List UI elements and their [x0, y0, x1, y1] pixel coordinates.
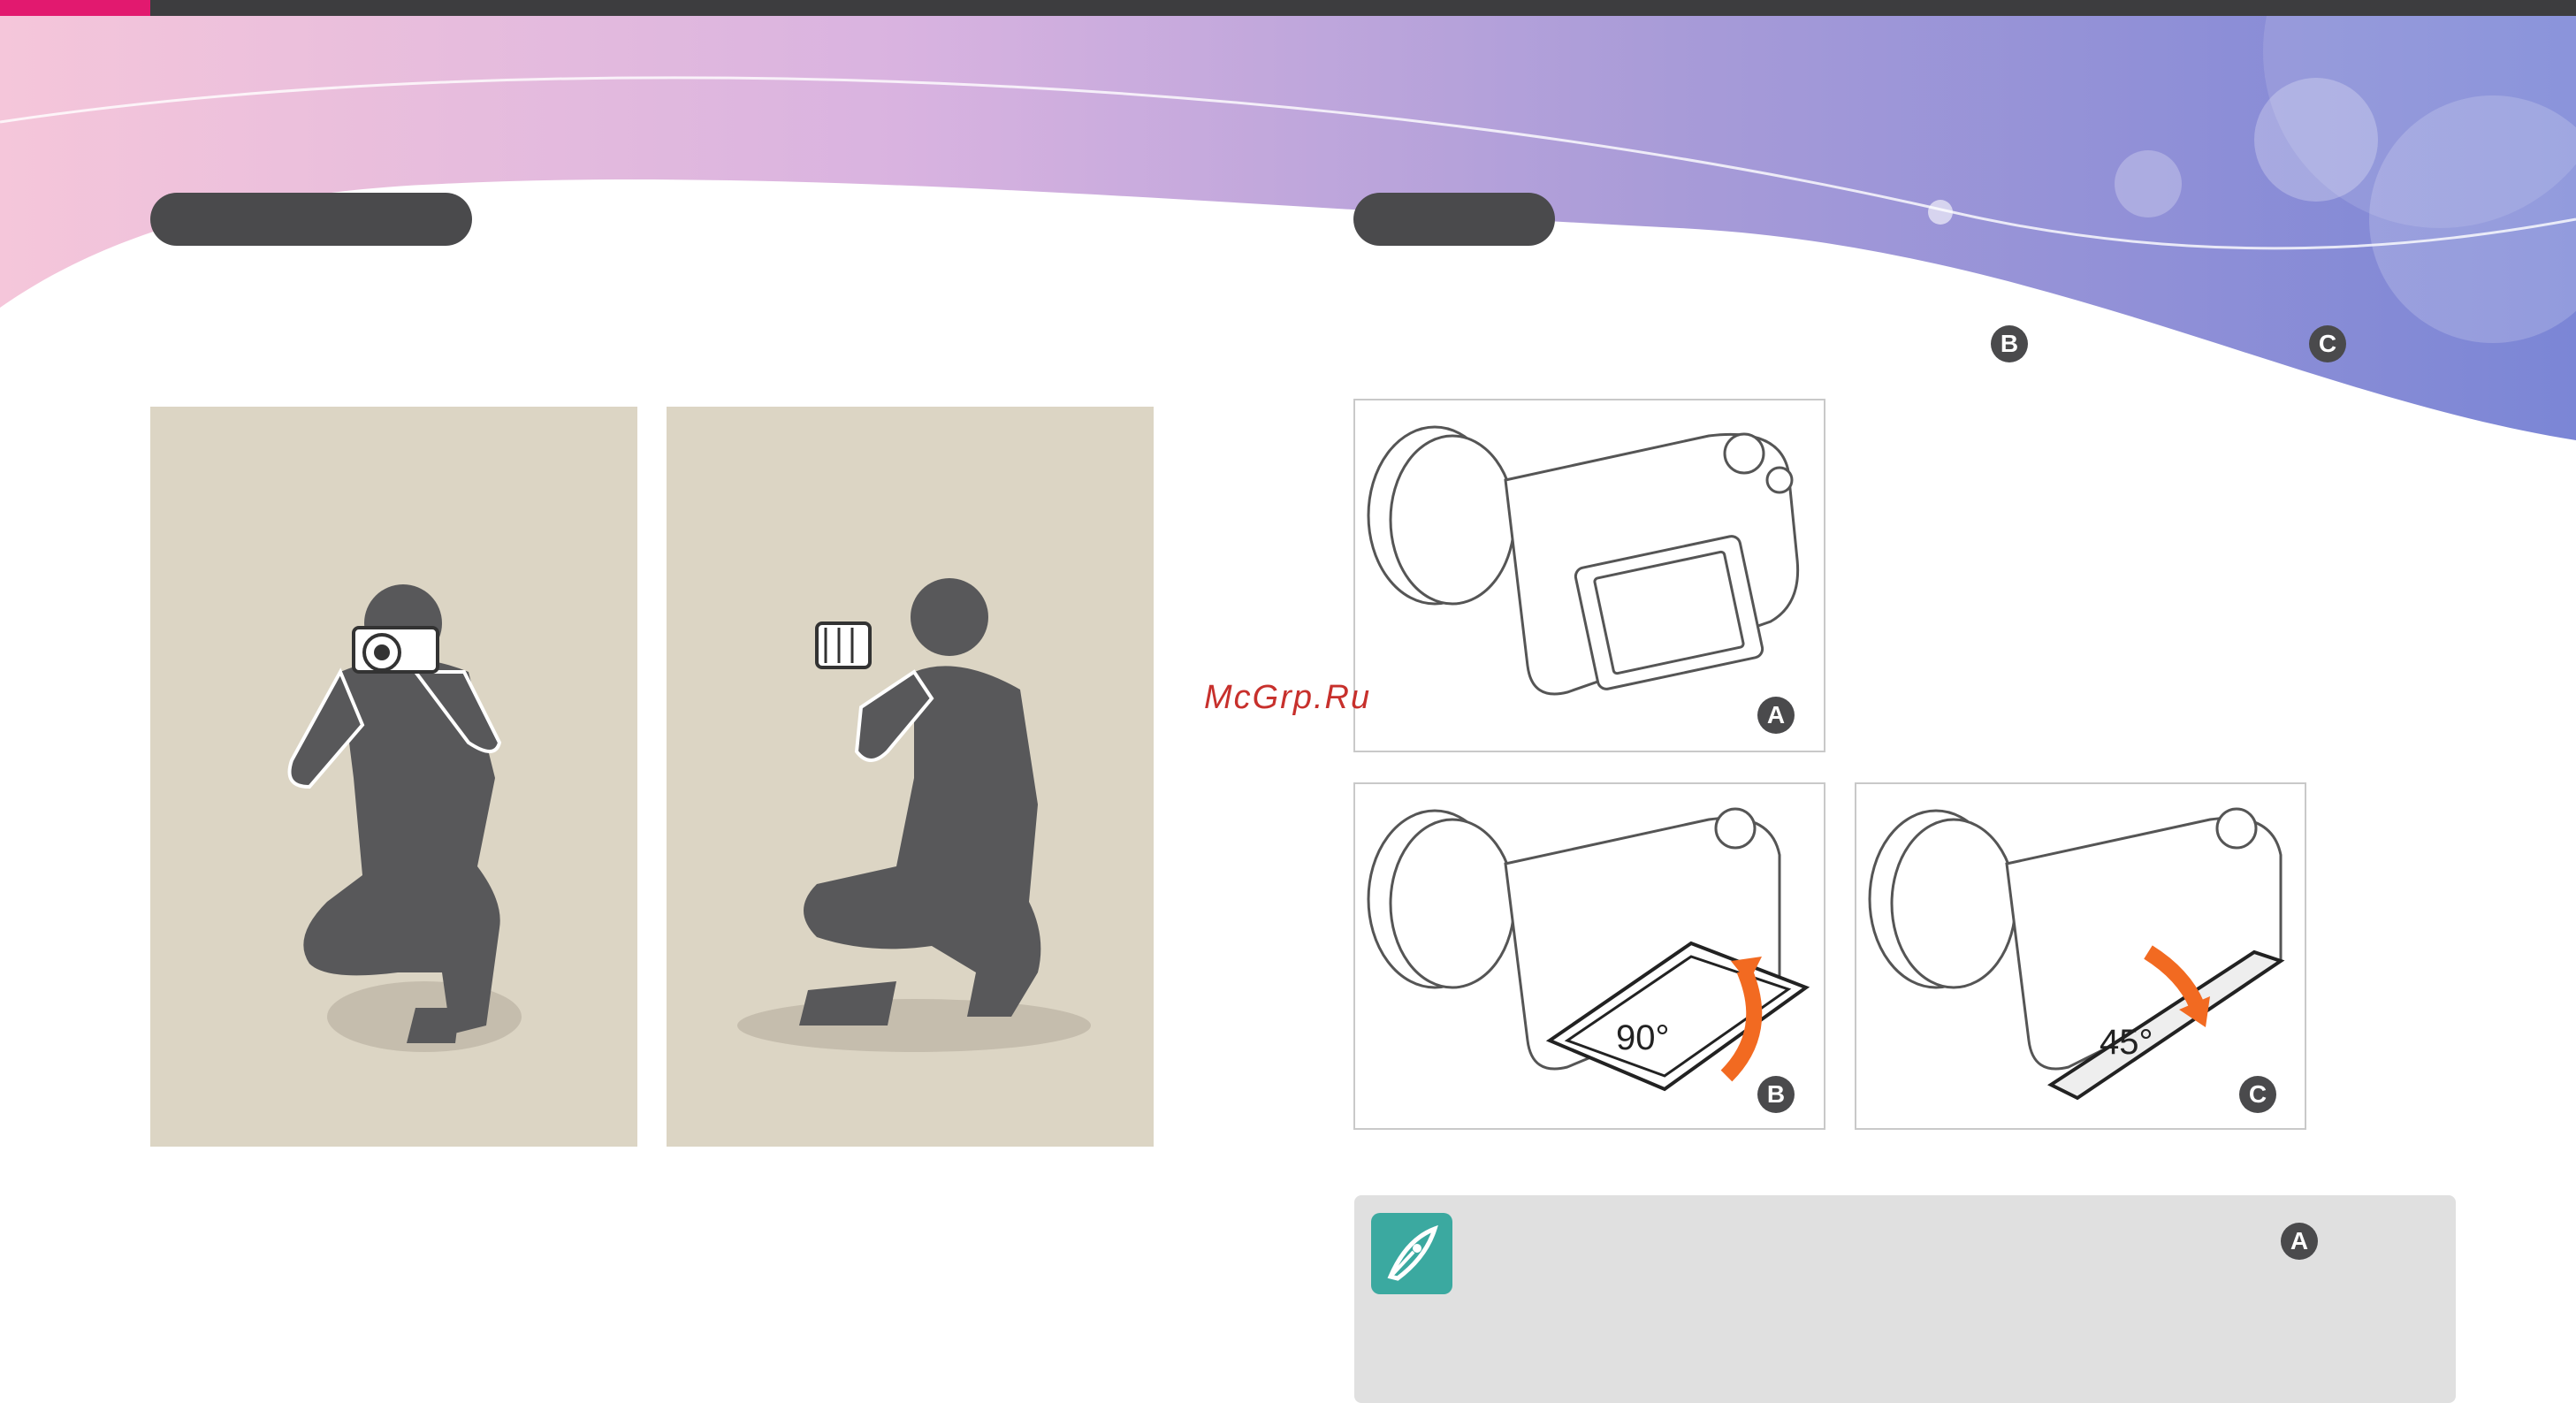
marker-b-figure: B	[1757, 1076, 1795, 1113]
tilt-angle-45: 45°	[2100, 1023, 2153, 1062]
top-bar-accent	[0, 0, 150, 16]
note-marker-a: A	[2281, 1223, 2318, 1260]
right-section-heading	[1353, 193, 1555, 246]
photo-holding-chest-level	[667, 407, 1154, 1147]
marker-c-figure: C	[2239, 1076, 2276, 1113]
marker-a-figure: A	[1757, 697, 1795, 734]
figure-screen-closed: A	[1353, 399, 1825, 752]
photographer-figure-side	[737, 578, 1091, 1052]
camera-illustration-a	[1367, 425, 1800, 696]
figure-screen-tilt-up: 90° B	[1353, 782, 1825, 1130]
photo-holding-eye-level	[150, 407, 637, 1147]
photographer-figure-front	[287, 584, 522, 1052]
marker-c: C	[2309, 325, 2346, 362]
figure-screen-tilt-down: 45° C	[1855, 782, 2306, 1130]
left-section-heading	[150, 193, 472, 246]
tilt-angle-90: 90°	[1616, 1018, 1670, 1057]
camera-illustration-c: 45°	[1868, 807, 2285, 1101]
camera-illustration-b: 90°	[1367, 807, 1810, 1092]
pen-note-icon	[1371, 1213, 1452, 1294]
top-bar	[0, 0, 2576, 16]
marker-b: B	[1991, 325, 2028, 362]
watermark: McGrp.Ru	[1204, 679, 1372, 716]
